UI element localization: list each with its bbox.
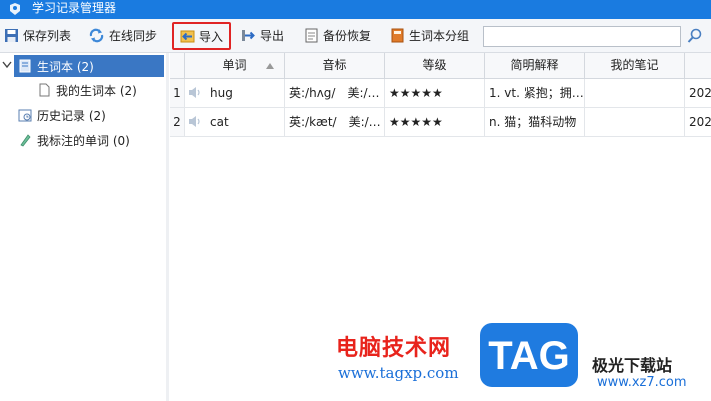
note-cell[interactable] — [585, 108, 685, 136]
date-cell: 2023 — [689, 115, 711, 129]
table-row[interactable]: 1 hug 英:/hʌg/ 美:/… ★★★★★ 1. vt. 紧抱；拥… 20… — [170, 79, 711, 108]
app-icon — [10, 3, 20, 15]
word-text: hug — [210, 86, 233, 100]
wordbook-group-button[interactable]: 生词本分组 — [390, 24, 469, 46]
tag-logo: TAG — [480, 323, 578, 387]
collapse-arrow-icon[interactable] — [2, 61, 12, 69]
column-header-label: 单词 — [222, 58, 247, 72]
book-icon — [391, 28, 404, 42]
column-header-word[interactable]: 单词 — [185, 53, 285, 78]
column-header-level[interactable]: 等级 — [385, 53, 485, 78]
watermark-jg-name: 极光下载站 — [592, 356, 673, 375]
sidebar-item-label: 我的生词本 (2) — [56, 83, 137, 98]
phonetic-cell: 英:/kæt/ 美:/… — [285, 108, 385, 136]
column-header-label: 等级 — [422, 58, 447, 72]
online-sync-label: 在线同步 — [109, 28, 158, 43]
sidebar-item-label: 生词本 (2) — [37, 59, 94, 74]
sidebar-item-label: 历史记录 (2) — [37, 108, 106, 123]
export-icon — [242, 29, 255, 41]
search-input[interactable] — [484, 27, 680, 44]
save-list-label: 保存列表 — [23, 28, 72, 43]
phonetic-cell: 英:/hʌg/ 美:/… — [285, 79, 385, 107]
word-cell: cat — [185, 108, 285, 136]
title-bar: 学习记录管理器 — [0, 0, 711, 19]
sidebar-item-label: 我标注的单词 (0) — [37, 133, 130, 148]
sync-icon — [89, 28, 104, 42]
column-header-label: 我的笔记 — [610, 58, 659, 72]
sidebar-item-history[interactable]: 历史记录 (2) — [18, 104, 106, 126]
date-cell: 2023 — [689, 86, 711, 100]
toolbar: 保存列表 在线同步 导入 导出 备份恢复 生词本分组 — [0, 19, 711, 53]
watermark-jg-url: www.xz7.com — [597, 375, 687, 390]
page-icon — [39, 83, 50, 97]
save-list-button[interactable]: 保存列表 — [4, 24, 71, 46]
row-number: 2 — [170, 108, 185, 136]
sort-asc-icon — [266, 63, 274, 69]
backup-restore-button[interactable]: 备份恢复 — [304, 24, 371, 46]
export-label: 导出 — [260, 28, 285, 43]
backup-restore-label: 备份恢复 — [323, 28, 372, 43]
table-header: 单词 音标 等级 简明解释 我的笔记 — [170, 53, 711, 79]
watermark-site-name: 电脑技术网 — [336, 336, 452, 361]
explain-cell: n. 猫；猫科动物 — [485, 108, 585, 136]
sidebar-item-wordbook[interactable]: 生词本 (2) — [14, 55, 164, 77]
column-header-explain[interactable]: 简明解释 — [485, 53, 585, 78]
search-icon[interactable] — [687, 28, 703, 44]
save-icon — [5, 28, 18, 42]
watermark-site-url: www.tagxp.com — [338, 364, 459, 382]
notebook-icon — [19, 59, 31, 73]
column-header-phonetic[interactable]: 音标 — [285, 53, 385, 78]
speaker-icon[interactable] — [188, 86, 202, 99]
word-text: cat — [210, 115, 229, 129]
online-sync-button[interactable]: 在线同步 — [88, 24, 157, 46]
export-button[interactable]: 导出 — [241, 24, 284, 46]
wordbook-group-label: 生词本分组 — [409, 28, 470, 43]
sidebar-splitter[interactable] — [166, 53, 169, 401]
sidebar: 生词本 (2) 我的生词本 (2) 历史记录 (2) 我标注的单词 (0) — [0, 53, 167, 401]
explain-cell: 1. vt. 紧抱；拥… — [485, 79, 585, 107]
note-cell[interactable] — [585, 79, 685, 107]
import-icon — [180, 30, 195, 42]
sidebar-item-my-wordbook[interactable]: 我的生词本 (2) — [38, 79, 137, 101]
table-row[interactable]: 2 cat 英:/kæt/ 美:/… ★★★★★ n. 猫；猫科动物 2023 — [170, 108, 711, 137]
column-header-date[interactable] — [685, 53, 711, 78]
level-cell: ★★★★★ — [385, 79, 485, 107]
import-button[interactable]: 导入 — [172, 22, 232, 50]
backup-icon — [305, 28, 318, 42]
level-cell: ★★★★★ — [385, 108, 485, 136]
import-label: 导入 — [199, 29, 224, 44]
column-header-notes[interactable]: 我的笔记 — [585, 53, 685, 78]
search-box — [483, 26, 681, 47]
row-number-header — [170, 53, 185, 78]
column-header-label: 音标 — [322, 58, 347, 72]
row-number: 1 — [170, 79, 185, 107]
window-title: 学习记录管理器 — [32, 1, 117, 15]
marker-icon — [20, 134, 31, 147]
tag-logo-text: TAG — [488, 334, 569, 378]
word-cell: hug — [185, 79, 285, 107]
column-header-label: 简明解释 — [510, 58, 559, 72]
history-icon — [18, 109, 32, 122]
sidebar-item-marked-words[interactable]: 我标注的单词 (0) — [18, 129, 130, 151]
speaker-icon[interactable] — [188, 115, 202, 128]
